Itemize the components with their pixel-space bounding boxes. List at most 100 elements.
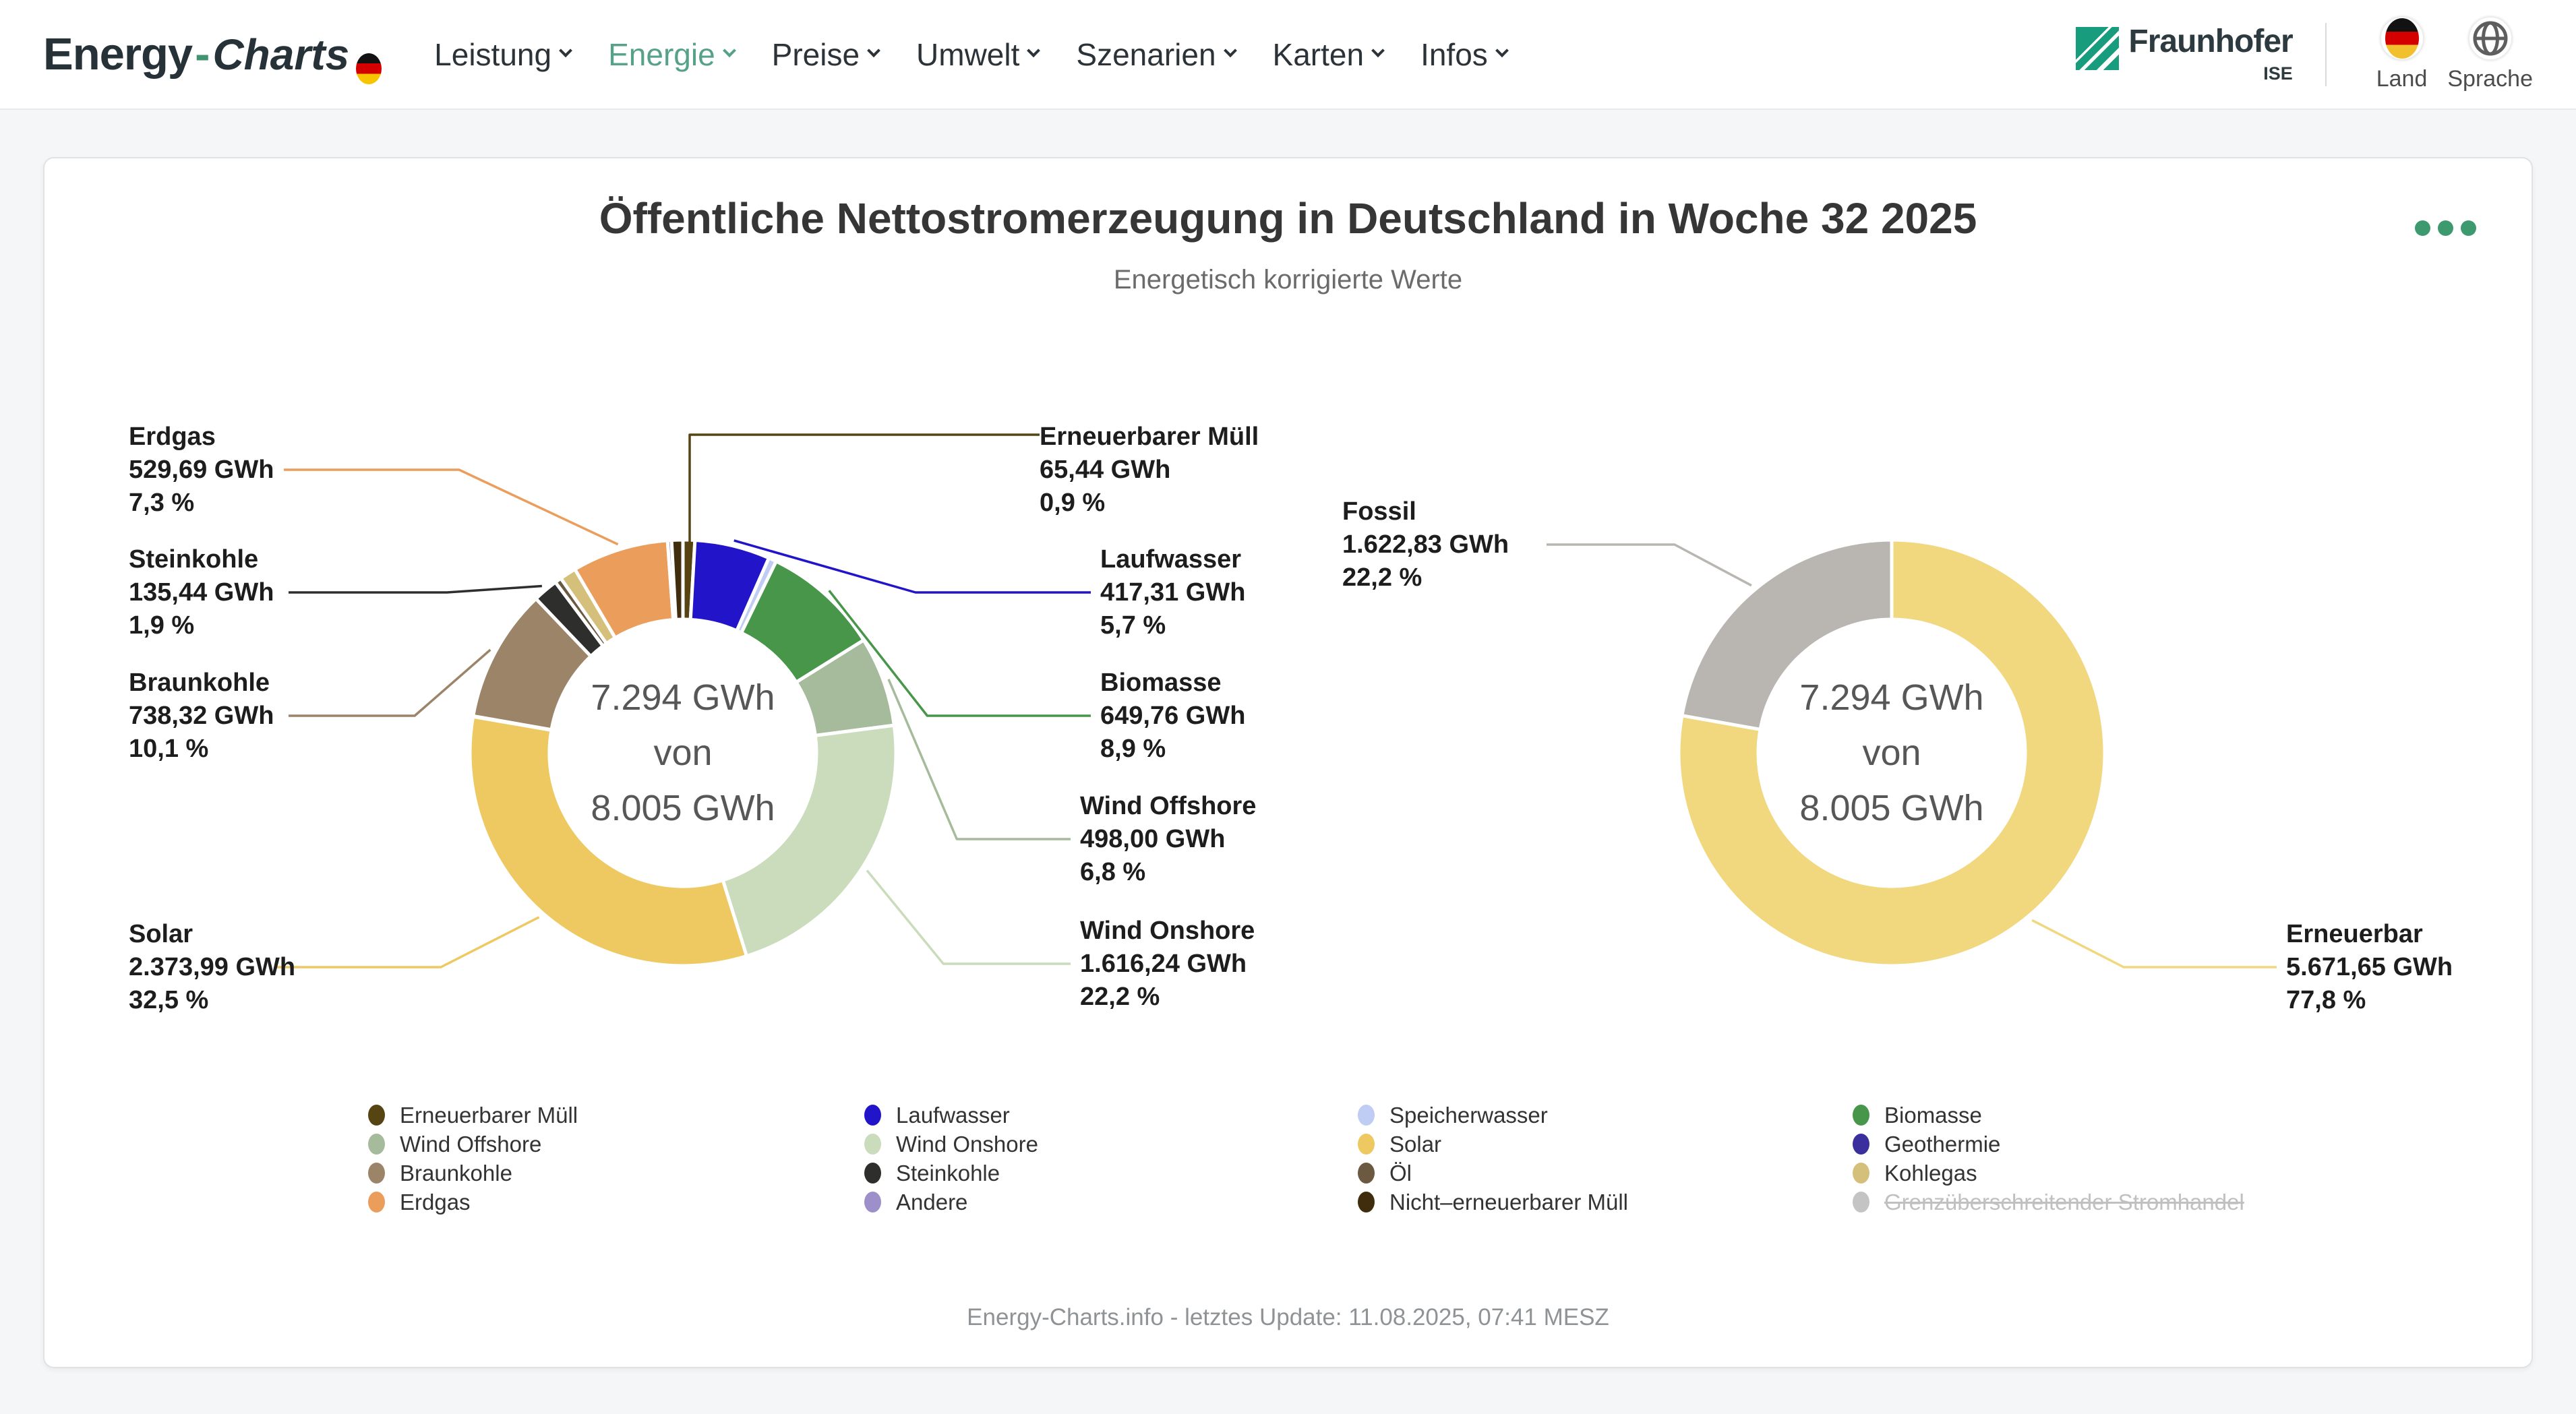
segment-label-erdgas: Erdgas529,69 GWh7,3 % [129,421,274,520]
segment-label-name: Laufwasser [1100,543,1245,576]
legend-item-öl[interactable]: Öl [1358,1159,1853,1188]
donut-center-label: 7.294 GWhvon8.005 GWh [591,670,775,836]
callout-line-wind-onshore [867,870,1071,964]
segment-label-biomasse: Biomasse649,76 GWh8,9 % [1100,667,1245,766]
nav-item-label: Karten [1273,36,1365,73]
land-button[interactable]: Land [2376,16,2428,92]
legend-item-wind-onshore[interactable]: Wind Onshore [864,1130,1358,1159]
nav-item-energie[interactable]: Energie [608,36,734,73]
chevron-down-icon [867,44,880,57]
legend-item-kohlegas[interactable]: Kohlegas [1853,1159,2244,1188]
segment-label-value: 529,69 GWh [129,454,274,487]
legend-swatch [864,1134,881,1155]
fraunhofer-logo-icon [2076,27,2119,70]
legend-swatch [864,1163,881,1184]
page: Energy-Charts Leistung Energie Preise Umwel… [0,0,2576,1414]
legend-item-grenzüberschreitender-stromhandel[interactable]: Grenzüberschreitender Stromhandel [1853,1188,2244,1217]
legend-swatch [1358,1134,1375,1155]
logo-text-bold: Energy [43,28,192,80]
legend-item-speicherwasser[interactable]: Speicherwasser [1358,1101,1853,1130]
fraunhofer-brand: Fraunhofer [2128,24,2292,59]
legend-swatch [1853,1134,1869,1155]
segment-label-erneuerbar: Erneuerbar5.671,65 GWh77,8 % [2286,918,2453,1017]
legend-item-andere[interactable]: Andere [864,1188,1358,1217]
legend-item-steinkohle[interactable]: Steinkohle [864,1159,1358,1188]
segment-label-name: Fossil [1342,495,1509,528]
globe-icon [2472,20,2509,57]
legend-item-geothermie[interactable]: Geothermie [1853,1130,2244,1159]
segment-label-name: Biomasse [1100,667,1245,700]
legend-item-label: Laufwasser [896,1103,1010,1128]
fraunhofer-logo[interactable]: Fraunhofer ISE [2076,24,2292,84]
legend-item-label: Erneuerbarer Müll [400,1103,578,1128]
main-nav: Leistung Energie Preise Umwelt Szenarien Kart… [434,36,1507,73]
sprache-button[interactable]: Sprache [2447,16,2533,92]
segment-label-name: Erdgas [129,421,274,454]
segment-label-name: Braunkohle [129,667,274,700]
legend-item-label: Grenzüberschreitender Stromhandel [1884,1190,2244,1215]
nav-item-szenarien[interactable]: Szenarien [1076,36,1234,73]
segment-label-percent: 7,3 % [129,487,274,520]
nav-item-umwelt[interactable]: Umwelt [916,36,1038,73]
nav-item-leistung[interactable]: Leistung [434,36,570,73]
legend-swatch [1358,1105,1375,1126]
segment-label-percent: 32,5 % [129,984,295,1017]
legend-item-label: Solar [1389,1132,1441,1157]
legend-item-nicht-erneuerbarer-müll[interactable]: Nicht–erneuerbarer Müll [1358,1188,1853,1217]
legend-item-braunkohle[interactable]: Braunkohle [368,1159,864,1188]
land-label: Land [2376,66,2428,92]
segment-label-value: 1.616,24 GWh [1080,948,1255,981]
legend-swatch [368,1192,385,1212]
segment-label-wind-offshore: Wind Offshore498,00 GWh6,8 % [1080,790,1256,889]
nav-item-karten[interactable]: Karten [1273,36,1383,73]
nav-item-preise[interactable]: Preise [772,36,878,73]
legend-swatch [864,1105,881,1126]
legend-item-solar[interactable]: Solar [1358,1130,1853,1159]
segment-label-wind-onshore: Wind Onshore1.616,24 GWh22,2 % [1080,915,1255,1014]
fraunhofer-institute: ISE [2263,63,2293,84]
chart-subtitle: Energetisch korrigierte Werte [44,265,2532,295]
segment-label-value: 65,44 GWh [1040,454,1259,487]
callout-line-erdgas [284,470,618,545]
legend-item-label: Wind Onshore [896,1132,1038,1157]
legend-column: SpeicherwasserSolarÖlNicht–erneuerbarer … [1358,1101,1853,1217]
segment-label-steinkohle: Steinkohle135,44 GWh1,9 % [129,543,274,642]
segment-label-name: Steinkohle [129,543,274,576]
segment-label-value: 649,76 GWh [1100,700,1245,733]
legend-item-label: Steinkohle [896,1161,1000,1186]
legend-item-label: Geothermie [1884,1132,2000,1157]
legend-swatch [368,1163,385,1184]
header: Energy-Charts Leistung Energie Preise Umwel… [0,0,2576,110]
callout-line-erneuerbar [2032,920,2277,967]
legend-item-label: Biomasse [1884,1103,1982,1128]
three-dots-icon[interactable] [2415,220,2476,236]
nav-item-label: Umwelt [916,36,1019,73]
legend-item-erdgas[interactable]: Erdgas [368,1188,864,1217]
nav-item-infos[interactable]: Infos [1420,36,1507,73]
segment-label-percent: 77,8 % [2286,984,2453,1017]
chart-card: Öffentliche Nettostromerzeugung in Deuts… [43,157,2533,1368]
legend-item-biomasse[interactable]: Biomasse [1853,1101,2244,1130]
chevron-down-icon [723,44,736,57]
segment-label-value: 498,00 GWh [1080,823,1256,856]
nav-item-label: Leistung [434,36,551,73]
chevron-down-icon [1224,44,1237,57]
legend-item-erneuerbarer-müll[interactable]: Erneuerbarer Müll [368,1101,864,1130]
legend-swatch [1853,1192,1869,1212]
site-logo[interactable]: Energy-Charts [43,28,382,80]
legend-item-wind-offshore[interactable]: Wind Offshore [368,1130,864,1159]
callout-line-wind-offshore [889,679,1071,839]
segment-label-percent: 5,7 % [1100,609,1245,642]
callout-line-steinkohle [289,586,542,592]
segment-label-value: 1.622,83 GWh [1342,528,1509,561]
legend-swatch [368,1105,385,1126]
update-status-text: Energy-Charts.info - letztes Update: 11.… [44,1304,2532,1331]
legend-swatch [1358,1192,1375,1212]
segment-label-percent: 8,9 % [1100,733,1245,766]
german-flag-icon [356,53,382,84]
legend-item-laufwasser[interactable]: Laufwasser [864,1101,1358,1130]
segment-label-percent: 22,2 % [1080,981,1255,1014]
chart-area: Erneuerbarer Müll65,44 GWh0,9 %Laufwasse… [44,320,2534,1102]
logo-hyphen: - [195,28,210,80]
header-right: Fraunhofer ISE Land Sprache [2076,16,2533,92]
